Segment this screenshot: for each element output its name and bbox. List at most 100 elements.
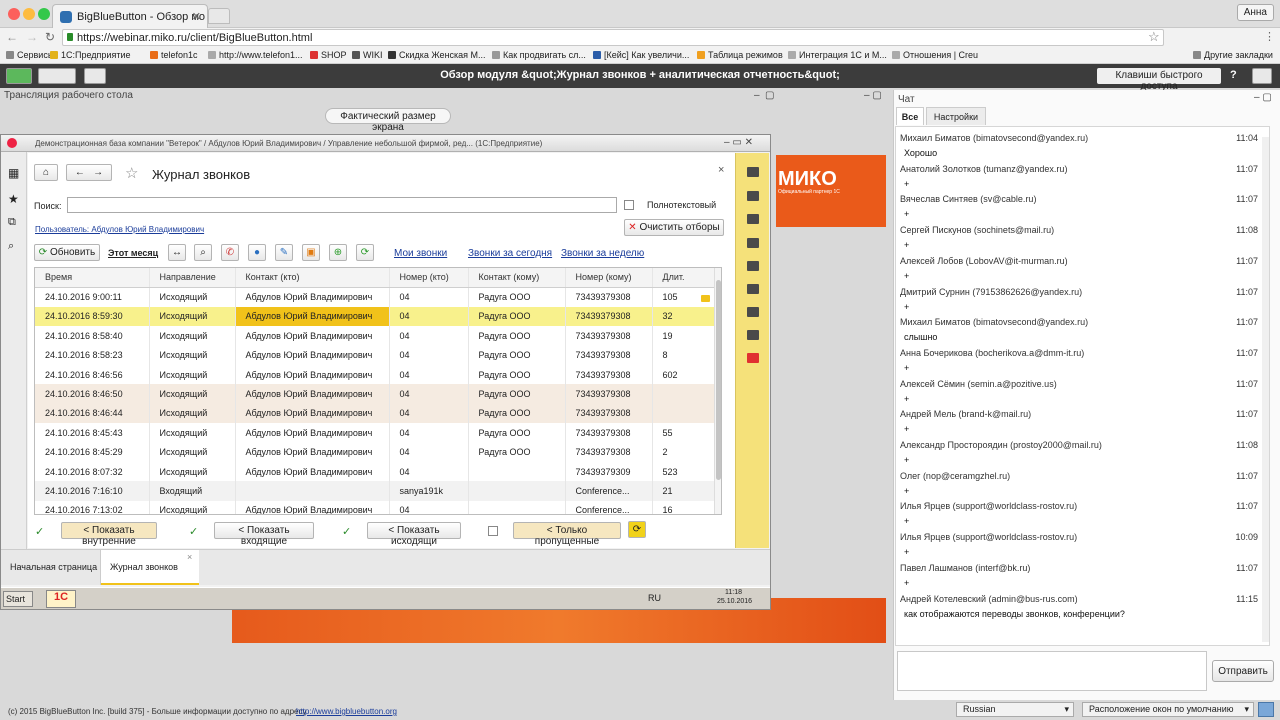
bookmark-item[interactable]: Отношения | Creu bbox=[892, 50, 978, 60]
language-select[interactable]: Russian ▾ bbox=[956, 702, 1074, 717]
maximize-panel-icon[interactable]: ▢ bbox=[765, 90, 774, 101]
table-row[interactable]: 24.10.2016 9:00:11 Исходящий Абдулов Юрий … bbox=[35, 287, 716, 307]
tools-icon[interactable] bbox=[747, 238, 759, 248]
users-icon[interactable] bbox=[747, 307, 759, 317]
table-scrollbar[interactable] bbox=[714, 268, 721, 514]
list-icon[interactable] bbox=[747, 167, 759, 177]
home-button[interactable]: ⌂ bbox=[34, 164, 58, 181]
col-number-to[interactable]: Номер (кому) bbox=[565, 268, 653, 288]
auto-refresh-icon[interactable]: ⟳ bbox=[628, 521, 646, 538]
chat-input[interactable] bbox=[897, 651, 1207, 691]
fulltext-checkbox[interactable] bbox=[624, 200, 634, 210]
factory-icon[interactable] bbox=[747, 261, 759, 271]
search-input[interactable] bbox=[67, 197, 617, 213]
flag-icon[interactable] bbox=[747, 330, 759, 340]
layout-select[interactable]: Расположение окон по умолчанию ▾ bbox=[1082, 702, 1254, 717]
bookmark-item[interactable]: [Кейс] Как увеличи... bbox=[593, 50, 689, 60]
bookmark-item[interactable]: Интеграция 1С и М... bbox=[788, 50, 887, 60]
chat-tab-all[interactable]: Все bbox=[896, 107, 924, 125]
telephony-icon[interactable] bbox=[747, 353, 759, 363]
zoom-icon[interactable]: ⌕ bbox=[194, 244, 212, 261]
url-input[interactable]: https://webinar.miko.ru/client/BigBlueBu… bbox=[62, 29, 1164, 46]
profile-button[interactable]: Анна bbox=[1236, 4, 1274, 21]
calls-today-link[interactable]: Звонки за сегодня bbox=[468, 248, 552, 259]
show-internal-checkbox[interactable]: ✓ bbox=[35, 525, 44, 538]
show-incoming-button[interactable]: < Показать входящие bbox=[214, 522, 314, 547]
tab-home[interactable]: Начальная страница bbox=[1, 550, 101, 585]
document-icon[interactable]: ▣ bbox=[302, 244, 320, 261]
search-icon[interactable]: ⌕ bbox=[8, 240, 14, 253]
reload-icon[interactable]: ↻ bbox=[45, 30, 55, 44]
hotkeys-button[interactable]: Клавиши быстрого доступа bbox=[1097, 68, 1221, 92]
table-row[interactable]: 24.10.2016 7:13:02 Исходящий Абдулов Юрий … bbox=[35, 500, 716, 514]
back-forward-buttons[interactable]: ← → bbox=[66, 164, 112, 181]
chat-tab-settings[interactable]: Настройки bbox=[926, 107, 986, 125]
star-bookmark-icon[interactable]: ☆ bbox=[1148, 29, 1160, 45]
info-icon[interactable]: ● bbox=[248, 244, 266, 261]
col-direction[interactable]: Направление bbox=[149, 268, 236, 288]
this-month-button[interactable]: Этот месяц bbox=[108, 248, 158, 258]
bookmark-item[interactable]: Как продвигать сл... bbox=[492, 50, 586, 60]
refresh-button[interactable]: ⟳ Обновить bbox=[34, 244, 100, 261]
other-bookmarks[interactable]: Другие закладки bbox=[1193, 50, 1273, 60]
close-tab-icon[interactable]: ✕ bbox=[192, 10, 201, 23]
minimize-panel-icon[interactable]: – bbox=[754, 90, 760, 101]
table-row[interactable]: 24.10.2016 8:45:29 Исходящий Абдулов Юрий … bbox=[35, 442, 716, 462]
language-indicator[interactable]: RU bbox=[648, 593, 661, 603]
bookmark-item[interactable]: 1С:Предприятие bbox=[50, 50, 130, 60]
chat-window-controls[interactable]: – ▢ bbox=[1254, 92, 1272, 103]
bookmark-item[interactable]: telefon1c bbox=[150, 50, 198, 60]
table-row-missed[interactable]: 24.10.2016 8:46:44 Исходящий Абдулов Юрий … bbox=[35, 403, 716, 424]
my-calls-link[interactable]: Мои звонки bbox=[394, 248, 447, 259]
logout-button[interactable] bbox=[1252, 68, 1272, 84]
menu-icon[interactable]: ⋮ bbox=[1264, 30, 1275, 43]
minimize-window-icon[interactable] bbox=[23, 8, 35, 20]
col-duration[interactable]: Длит. bbox=[652, 268, 716, 288]
new-tab-button[interactable] bbox=[208, 8, 230, 24]
send-button[interactable]: Отправить bbox=[1212, 660, 1274, 682]
table-row[interactable]: 24.10.2016 8:07:32 Исходящий Абдулов Юрий … bbox=[35, 461, 716, 482]
menu-grid-icon[interactable]: ▦ bbox=[8, 166, 19, 180]
apply-layout-icon[interactable] bbox=[1258, 702, 1274, 717]
favorites-icon[interactable]: ★ bbox=[8, 192, 19, 206]
add-icon[interactable]: ⊕ bbox=[329, 244, 347, 261]
sync-icon[interactable]: ⟳ bbox=[356, 244, 374, 261]
show-outgoing-checkbox[interactable]: ✓ bbox=[342, 525, 351, 538]
window-controls-icon[interactable]: – ▭ ✕ bbox=[724, 137, 753, 148]
maximize-window-icon[interactable] bbox=[38, 8, 50, 20]
tab-call-journal[interactable]: Журнал звонков bbox=[101, 550, 199, 585]
scroll-thumb[interactable] bbox=[716, 280, 721, 480]
bbb-link[interactable]: http://www.bigbluebutton.org bbox=[296, 707, 397, 716]
table-row[interactable]: 24.10.2016 8:58:40 Исходящий Абдулов Юрий … bbox=[35, 326, 716, 346]
grid-icon[interactable] bbox=[747, 214, 759, 224]
actual-size-button[interactable]: Фактический размер экрана bbox=[325, 108, 451, 133]
bookmark-item[interactable]: http://www.telefon1... bbox=[208, 50, 303, 60]
col-time[interactable]: Время bbox=[35, 268, 150, 288]
table-row[interactable]: 24.10.2016 8:45:43 Исходящий Абдулов Юрий … bbox=[35, 423, 716, 443]
back-icon[interactable]: ← bbox=[6, 30, 18, 44]
clear-filters-button[interactable]: ✕ Очистить отборы bbox=[624, 219, 724, 236]
browser-tab[interactable]: BigBlueButton - Обзор мо ✕ bbox=[52, 4, 208, 28]
bookmark-item[interactable]: Сервисы bbox=[6, 50, 54, 60]
chat-scrollbar[interactable] bbox=[1262, 137, 1269, 642]
show-outgoing-button[interactable]: < Показать исходящи bbox=[367, 522, 461, 547]
phone-icon[interactable]: ✆ bbox=[221, 244, 239, 261]
col-contact-to[interactable]: Контакт (кому) bbox=[468, 268, 566, 288]
onec-taskbar-app[interactable]: 1С bbox=[46, 590, 76, 608]
history-icon[interactable]: ⧉ bbox=[8, 216, 16, 229]
start-button[interactable]: Start bbox=[3, 591, 33, 607]
period-icon[interactable]: ↔ bbox=[168, 244, 186, 261]
close-form-icon[interactable]: × bbox=[718, 164, 724, 176]
forward-icon[interactable]: → bbox=[26, 30, 38, 44]
favorite-star-icon[interactable]: ☆ bbox=[125, 164, 138, 182]
table-row[interactable]: 24.10.2016 8:58:23 Исходящий Абдулов Юрий … bbox=[35, 345, 716, 365]
col-contact-from[interactable]: Контакт (кто) bbox=[235, 268, 390, 288]
edit-icon[interactable]: ✎ bbox=[275, 244, 293, 261]
user-filter-link[interactable]: Пользователь: Абдулов Юрий Владимирович bbox=[35, 225, 204, 234]
bookmark-item[interactable]: Таблица режимов bbox=[697, 50, 783, 60]
show-internal-button[interactable]: < Показать внутренние bbox=[61, 522, 157, 547]
close-window-icon[interactable] bbox=[8, 8, 20, 20]
bookmark-item[interactable]: WIKI bbox=[352, 50, 383, 60]
cart-icon[interactable] bbox=[747, 191, 759, 201]
help-button[interactable]: ? bbox=[1230, 69, 1237, 81]
